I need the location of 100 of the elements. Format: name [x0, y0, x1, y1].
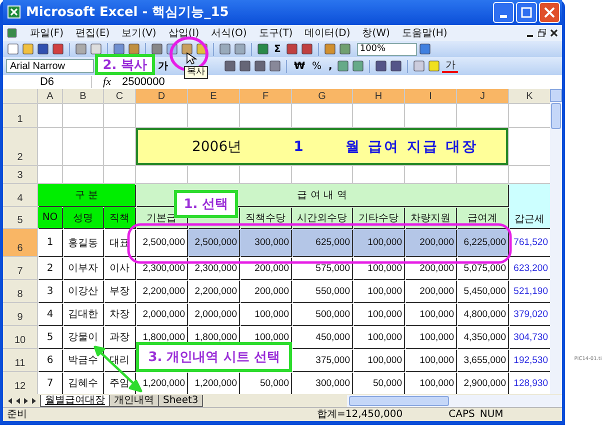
status-indicator: NUM — [480, 408, 504, 420]
row-header[interactable]: 6 — [3, 229, 37, 256]
table-cell: 2,500,000 — [188, 229, 239, 256]
title-text: 월 급여 지급 대장 — [345, 138, 478, 156]
table-cell: 이부자 — [63, 257, 103, 280]
table-cell: 100,000 — [353, 349, 404, 372]
column-header[interactable]: K — [509, 89, 550, 104]
table-cell: 7 — [38, 372, 62, 394]
tooltip: 복사 — [184, 66, 208, 79]
row-header[interactable]: 2 — [3, 128, 37, 166]
menu-item[interactable]: 삽입(I) — [168, 26, 200, 40]
table-cell: 550,000 — [292, 280, 352, 302]
menu-item[interactable]: 창(W) — [362, 26, 390, 40]
column-header[interactable]: F — [240, 89, 291, 104]
table-header: 기타수당 — [353, 207, 404, 228]
table-cell: 6,225,000 — [457, 229, 508, 256]
font-color-button[interactable]: 가 — [442, 60, 458, 73]
table-header: 직책 — [104, 207, 135, 228]
row-header[interactable]: 7 — [3, 257, 37, 280]
table-cell: 2,200,000 — [188, 280, 239, 302]
menu-item[interactable]: 파일(F) — [30, 26, 64, 40]
menu-item[interactable]: 서식(O) — [211, 26, 247, 40]
table-cell: 100,000 — [353, 257, 404, 280]
table-cell: 575,000 — [292, 257, 352, 280]
table-cell: 379,020 — [509, 303, 550, 326]
autosum-button[interactable]: Σ — [271, 44, 284, 54]
menu-item[interactable]: 보기(V) — [122, 26, 156, 40]
table-cell: 차장 — [104, 303, 135, 326]
table-cell: 6 — [38, 349, 62, 372]
menu-item[interactable]: 편집(E) — [76, 26, 110, 40]
row-header[interactable]: 10 — [3, 326, 37, 348]
table-cell: 100,000 — [240, 303, 291, 326]
callout-label: 2. 복사 — [95, 54, 155, 75]
column-header[interactable]: I — [405, 89, 456, 104]
column-header[interactable]: E — [188, 89, 239, 104]
table-header: 갑근세 — [509, 184, 550, 228]
percent-button[interactable]: % — [309, 60, 325, 72]
table-cell: 100,000 — [405, 326, 456, 348]
table-cell: 100,000 — [405, 349, 456, 372]
row-header[interactable]: 9 — [3, 303, 37, 326]
table-cell: 강물이 — [63, 326, 103, 348]
row-header[interactable]: 12 — [3, 372, 37, 394]
column-header[interactable]: D — [136, 89, 187, 104]
bold-button[interactable]: 가 — [155, 59, 171, 74]
table-cell: 2,300,000 — [136, 257, 187, 280]
currency-button[interactable]: ₩ — [291, 60, 308, 72]
table-cell: 300,000 — [240, 229, 291, 256]
sheet-tab[interactable]: Sheet3 — [158, 394, 204, 407]
table-cell: 304,730 — [509, 326, 550, 348]
name-box[interactable]: D6 — [3, 76, 92, 88]
table-cell: 2,300,000 — [188, 257, 239, 280]
column-header[interactable]: B — [63, 89, 103, 104]
row-header[interactable]: 3 — [3, 166, 37, 184]
table-cell: 2 — [38, 257, 62, 280]
font-field[interactable]: Arial Narrow — [6, 59, 94, 74]
table-cell: 50,000 — [240, 372, 291, 394]
column-header[interactable]: J — [457, 89, 508, 104]
table-cell: 625,000 — [292, 229, 352, 256]
table-header: 급여계 — [457, 207, 508, 228]
menu-item[interactable]: 도구(T) — [258, 26, 293, 40]
callout-label: 3. 개인내역 시트 선택 — [136, 342, 292, 372]
row-header[interactable]: 8 — [3, 280, 37, 302]
sheet-tab[interactable]: 월별급여대장 — [40, 394, 110, 407]
table-header: NO — [38, 207, 62, 228]
column-header[interactable]: H — [353, 89, 404, 104]
status-sum: 합계=12,450,000 — [317, 408, 403, 422]
menu-item[interactable]: 도움말(H) — [402, 26, 448, 40]
column-header[interactable]: C — [104, 89, 135, 104]
function-button[interactable]: fx — [92, 76, 122, 88]
formula-field[interactable]: 2500000 — [122, 76, 165, 88]
zoom-field[interactable]: 100% — [356, 42, 417, 56]
table-cell: 100,000 — [405, 303, 456, 326]
table-cell: 200,000 — [405, 229, 456, 256]
table-cell: 2,000,000 — [188, 303, 239, 326]
table-cell: 4,800,000 — [457, 303, 508, 326]
column-header[interactable]: A — [38, 89, 62, 104]
table-header: 차량지원 — [405, 207, 456, 228]
comma-button[interactable]: , — [326, 60, 336, 72]
table-cell: 김혜수 — [63, 372, 103, 394]
table-cell: 대표 — [104, 229, 135, 256]
row-header[interactable]: 5 — [3, 207, 37, 228]
table-cell: 5 — [38, 326, 62, 348]
table-cell: 3 — [38, 280, 62, 302]
menu-item[interactable]: 데이터(D) — [304, 26, 350, 40]
table-cell: 375,000 — [292, 349, 352, 372]
row-header[interactable]: 11 — [3, 349, 37, 372]
sheet-tab[interactable]: 개인내역 — [109, 394, 159, 407]
table-header: 직책수당 — [240, 207, 291, 228]
table-cell: 2,500,000 — [136, 229, 187, 256]
row-header[interactable]: 1 — [3, 104, 37, 128]
table-cell: 과장 — [104, 326, 135, 348]
row-header[interactable]: 4 — [3, 184, 37, 206]
group-header: 구 분 — [38, 184, 135, 206]
table-cell: 3,655,000 — [457, 349, 508, 372]
table-cell: 200,000 — [240, 257, 291, 280]
table-cell: 4,350,000 — [457, 326, 508, 348]
table-cell: 2,000,000 — [136, 303, 187, 326]
table-cell: 761,520 — [509, 229, 550, 256]
title-year: 2006년 — [192, 138, 242, 156]
column-header[interactable]: G — [292, 89, 352, 104]
